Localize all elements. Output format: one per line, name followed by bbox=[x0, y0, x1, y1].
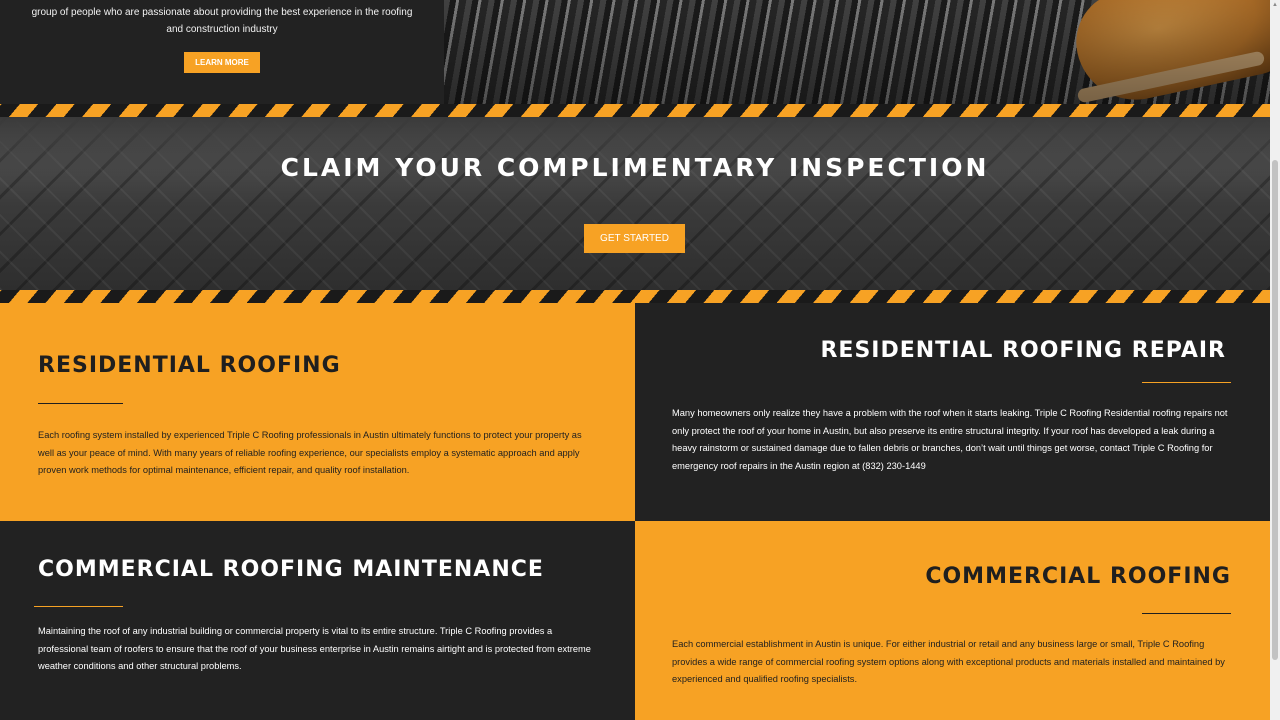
section-title: COMMERCIAL ROOFING bbox=[925, 564, 1231, 589]
scrollbar-thumb[interactable] bbox=[1272, 160, 1278, 660]
section-body: Maintaining the roof of any industrial b… bbox=[38, 626, 591, 671]
hero-section: group of people who are passionate about… bbox=[0, 0, 1280, 104]
title-underline bbox=[38, 403, 123, 404]
section-body: Each commercial establishment in Austin … bbox=[672, 639, 1225, 684]
hazard-stripe-divider bbox=[0, 290, 1270, 303]
chevron-up-icon[interactable]: ▲ bbox=[1270, 0, 1280, 10]
hero-text-block: group of people who are passionate about… bbox=[0, 0, 444, 104]
section-body: Each roofing system installed by experie… bbox=[38, 430, 582, 475]
commercial-roofing-maintenance-panel: COMMERCIAL ROOFING MAINTENANCE Maintaini… bbox=[0, 521, 635, 720]
section-title: RESIDENTIAL ROOFING bbox=[38, 353, 341, 378]
page-scrollbar[interactable]: ▲ bbox=[1270, 0, 1280, 720]
section-title: COMMERCIAL ROOFING MAINTENANCE bbox=[38, 557, 544, 582]
roof-worker-photo bbox=[444, 0, 1270, 104]
residential-roofing-repair-panel: RESIDENTIAL ROOFING REPAIR Many homeowne… bbox=[635, 303, 1270, 522]
inspection-banner: CLAIM YOUR COMPLIMENTARY INSPECTION GET … bbox=[0, 117, 1270, 290]
hero-description-line-1: group of people who are passionate about… bbox=[31, 7, 413, 18]
commercial-roofing-panel: COMMERCIAL ROOFING Each commercial estab… bbox=[635, 521, 1270, 720]
hero-description-line-2: and construction industry bbox=[166, 24, 278, 35]
residential-roofing-panel: RESIDENTIAL ROOFING Each roofing system … bbox=[0, 303, 635, 522]
get-started-button[interactable]: GET STARTED bbox=[584, 224, 685, 253]
learn-more-button[interactable]: LEARN MORE bbox=[184, 52, 260, 73]
hero-description: group of people who are passionate about… bbox=[0, 4, 444, 38]
title-underline bbox=[1142, 613, 1231, 614]
title-underline bbox=[1142, 382, 1231, 383]
title-underline bbox=[34, 606, 123, 607]
section-body: Many homeowners only realize they have a… bbox=[672, 408, 1228, 471]
section-title: RESIDENTIAL ROOFING REPAIR bbox=[820, 338, 1226, 363]
banner-title: CLAIM YOUR COMPLIMENTARY INSPECTION bbox=[280, 153, 990, 182]
hazard-stripe-divider bbox=[0, 104, 1270, 117]
